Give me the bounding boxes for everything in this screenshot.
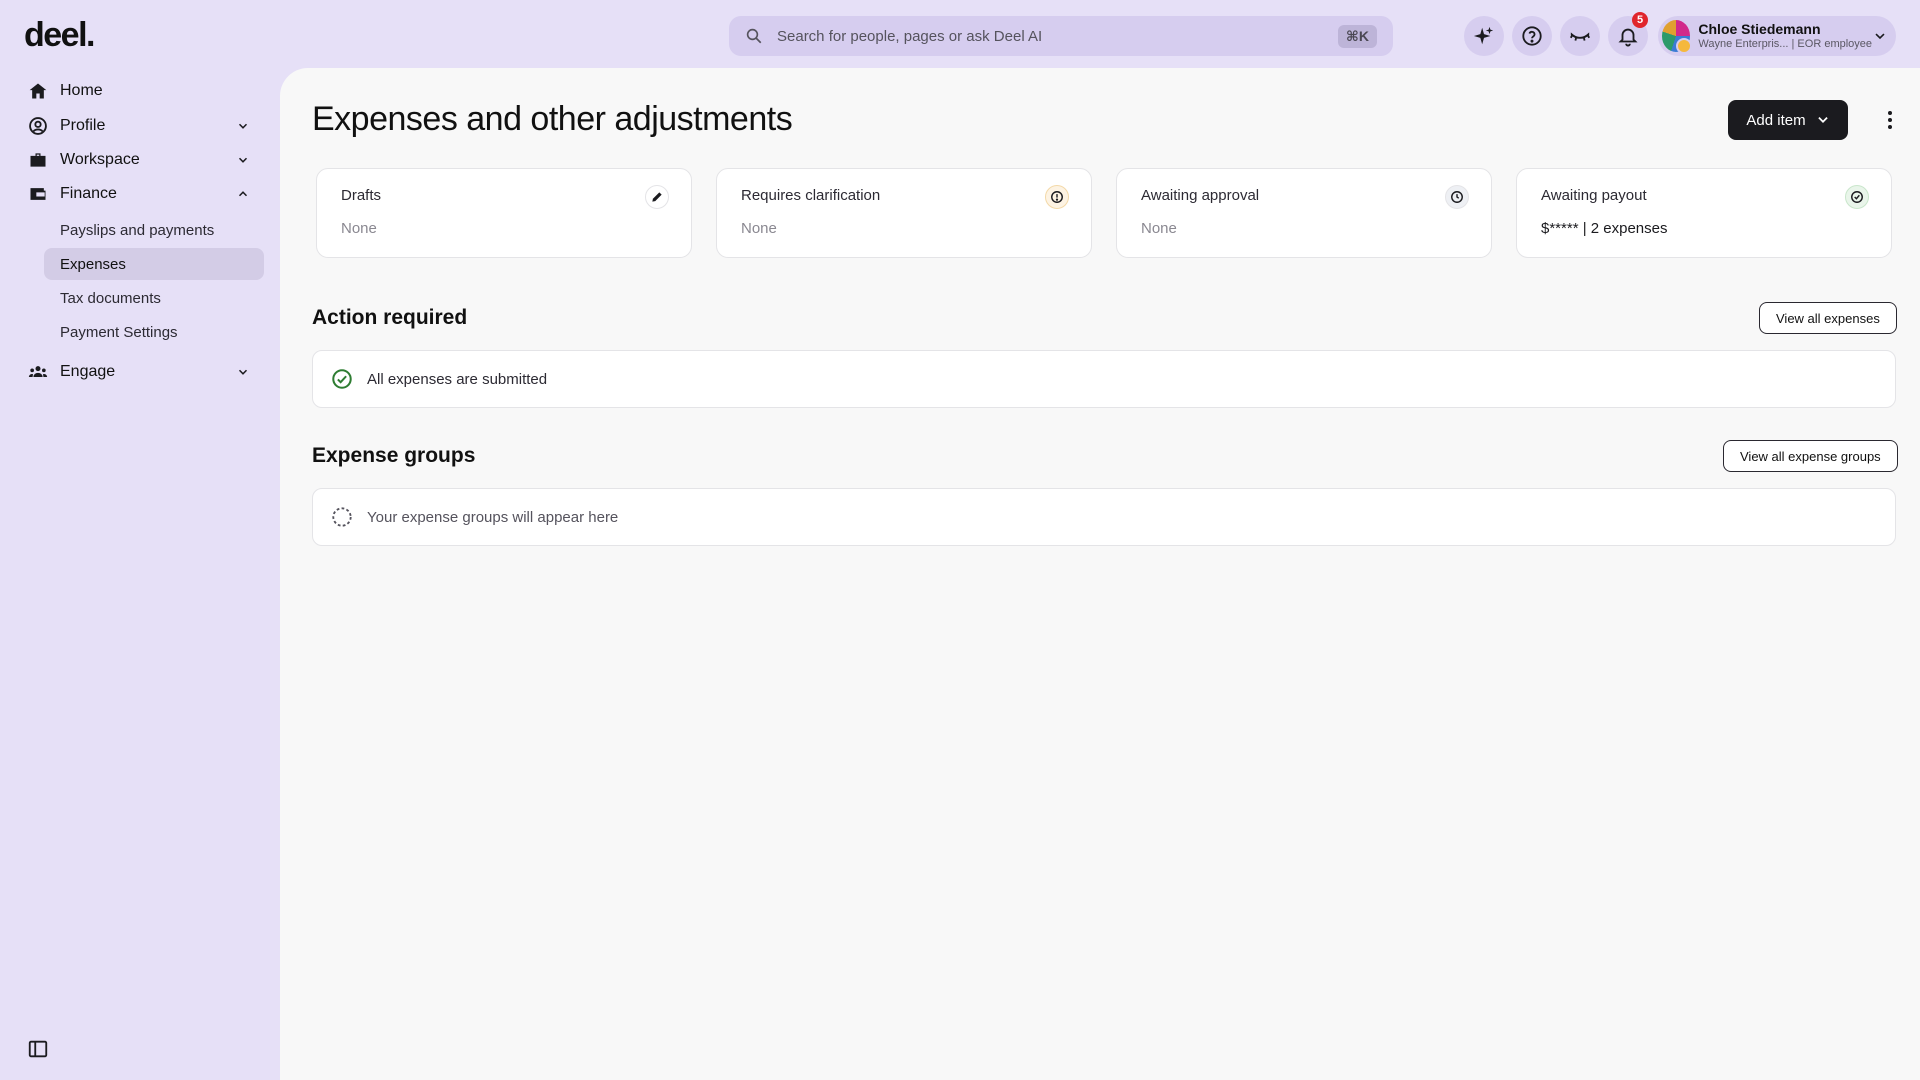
sidebar-item-label: Workspace bbox=[60, 151, 140, 168]
ai-sparkle-button[interactable] bbox=[1464, 16, 1504, 56]
global-search[interactable]: Search for people, pages or ask Deel AI … bbox=[729, 16, 1393, 56]
user-info: Chloe Stiedemann Wayne Enterpris... | EO… bbox=[1698, 21, 1872, 51]
card-awaiting-payout[interactable]: Awaiting payout $***** | 2 expenses bbox=[1516, 168, 1892, 258]
chevron-up-icon bbox=[238, 191, 248, 197]
add-item-button[interactable]: Add item bbox=[1728, 100, 1848, 140]
sidebar-item-finance[interactable]: Finance bbox=[28, 179, 250, 209]
notification-count-badge: 5 bbox=[1632, 12, 1648, 28]
chevron-down-icon bbox=[1875, 33, 1885, 40]
sidebar-item-label: Home bbox=[60, 82, 103, 99]
sidebar-item-home[interactable]: Home bbox=[28, 76, 250, 106]
page-title: Expenses and other adjustments bbox=[312, 100, 793, 138]
clock-icon bbox=[1445, 185, 1469, 209]
sidebar-item-profile[interactable]: Profile bbox=[28, 111, 250, 141]
user-subtitle: Wayne Enterpris... | EOR employee bbox=[1698, 38, 1873, 50]
expense-groups-panel: Your expense groups will appear here bbox=[312, 488, 1896, 546]
home-icon bbox=[29, 83, 47, 99]
briefcase-icon bbox=[30, 153, 46, 167]
sidebar-item-label: Engage bbox=[60, 363, 116, 380]
deel-logo[interactable]: deel. bbox=[24, 16, 95, 55]
privacy-toggle-button[interactable] bbox=[1560, 16, 1600, 56]
sidebar-item-engage[interactable]: Engage bbox=[28, 357, 250, 387]
user-name: Chloe Stiedemann bbox=[1698, 21, 1821, 37]
empty-state-icon bbox=[332, 507, 352, 527]
bell-icon bbox=[1618, 28, 1638, 47]
sidebar-item-workspace[interactable]: Workspace bbox=[28, 145, 250, 175]
sidebar-item-payment-settings[interactable]: Payment Settings bbox=[44, 316, 264, 348]
check-circle-icon bbox=[1845, 185, 1869, 209]
expense-groups-title: Expense groups bbox=[312, 444, 476, 467]
profile-icon bbox=[29, 117, 47, 135]
sparkle-icon bbox=[1473, 26, 1494, 45]
sidebar-item-expenses[interactable]: Expenses bbox=[44, 248, 264, 280]
card-value: None bbox=[341, 220, 377, 237]
chevron-down-icon bbox=[1817, 117, 1828, 123]
success-check-icon bbox=[332, 369, 352, 389]
card-title: Awaiting payout bbox=[1541, 187, 1647, 204]
card-awaiting-approval[interactable]: Awaiting approval None bbox=[1116, 168, 1492, 258]
chevron-down-icon bbox=[238, 369, 248, 375]
add-item-label: Add item bbox=[1746, 111, 1806, 129]
expense-groups-message: Your expense groups will appear here bbox=[367, 508, 619, 526]
card-drafts[interactable]: Drafts None bbox=[316, 168, 692, 258]
top-bar: deel. Search for people, pages or ask De… bbox=[0, 0, 1920, 68]
action-required-message: All expenses are submitted bbox=[367, 370, 548, 388]
search-icon bbox=[746, 28, 762, 44]
card-title: Awaiting approval bbox=[1141, 187, 1260, 204]
card-value: $***** | 2 expenses bbox=[1541, 220, 1668, 237]
card-value: None bbox=[1141, 220, 1177, 237]
main-content: Expenses and other adjustments Add item … bbox=[280, 68, 1920, 1080]
help-button[interactable] bbox=[1512, 16, 1552, 56]
card-requires-clarification[interactable]: Requires clarification None bbox=[716, 168, 1092, 258]
chevron-down-icon bbox=[238, 123, 248, 129]
search-shortcut: ⌘K bbox=[1337, 24, 1377, 48]
card-value: None bbox=[741, 220, 777, 237]
action-required-title: Action required bbox=[312, 306, 468, 329]
action-required-panel: All expenses are submitted bbox=[312, 350, 1896, 408]
notifications-button[interactable]: 5 bbox=[1608, 12, 1648, 56]
user-menu[interactable]: Chloe Stiedemann Wayne Enterpris... | EO… bbox=[1658, 16, 1896, 56]
chevron-down-icon bbox=[238, 157, 248, 163]
people-icon bbox=[28, 366, 48, 377]
alert-icon bbox=[1045, 185, 1069, 209]
sidebar-item-label: Finance bbox=[60, 185, 117, 202]
avatar bbox=[1662, 20, 1693, 54]
help-icon bbox=[1522, 26, 1542, 46]
sidebar-item-tax-documents[interactable]: Tax documents bbox=[44, 282, 264, 314]
more-options-icon[interactable] bbox=[1878, 108, 1902, 132]
sidebar-item-payslips[interactable]: Payslips and payments bbox=[44, 214, 264, 246]
eye-closed-icon bbox=[1570, 32, 1590, 41]
pencil-icon bbox=[645, 185, 669, 209]
sidebar: Home Profile Workspace Finance Payslips … bbox=[0, 68, 280, 1080]
sidebar-collapse-icon[interactable] bbox=[27, 1038, 49, 1060]
wallet-icon bbox=[30, 188, 46, 200]
status-cards: Drafts None Requires clarification None … bbox=[316, 168, 1892, 258]
card-title: Drafts bbox=[341, 187, 382, 204]
view-all-expense-groups-button[interactable]: View all expense groups bbox=[1723, 440, 1898, 472]
search-input[interactable]: Search for people, pages or ask Deel AI bbox=[777, 28, 1338, 45]
view-all-expenses-button[interactable]: View all expenses bbox=[1759, 302, 1897, 334]
sidebar-item-label: Profile bbox=[60, 117, 106, 134]
card-title: Requires clarification bbox=[741, 187, 881, 204]
